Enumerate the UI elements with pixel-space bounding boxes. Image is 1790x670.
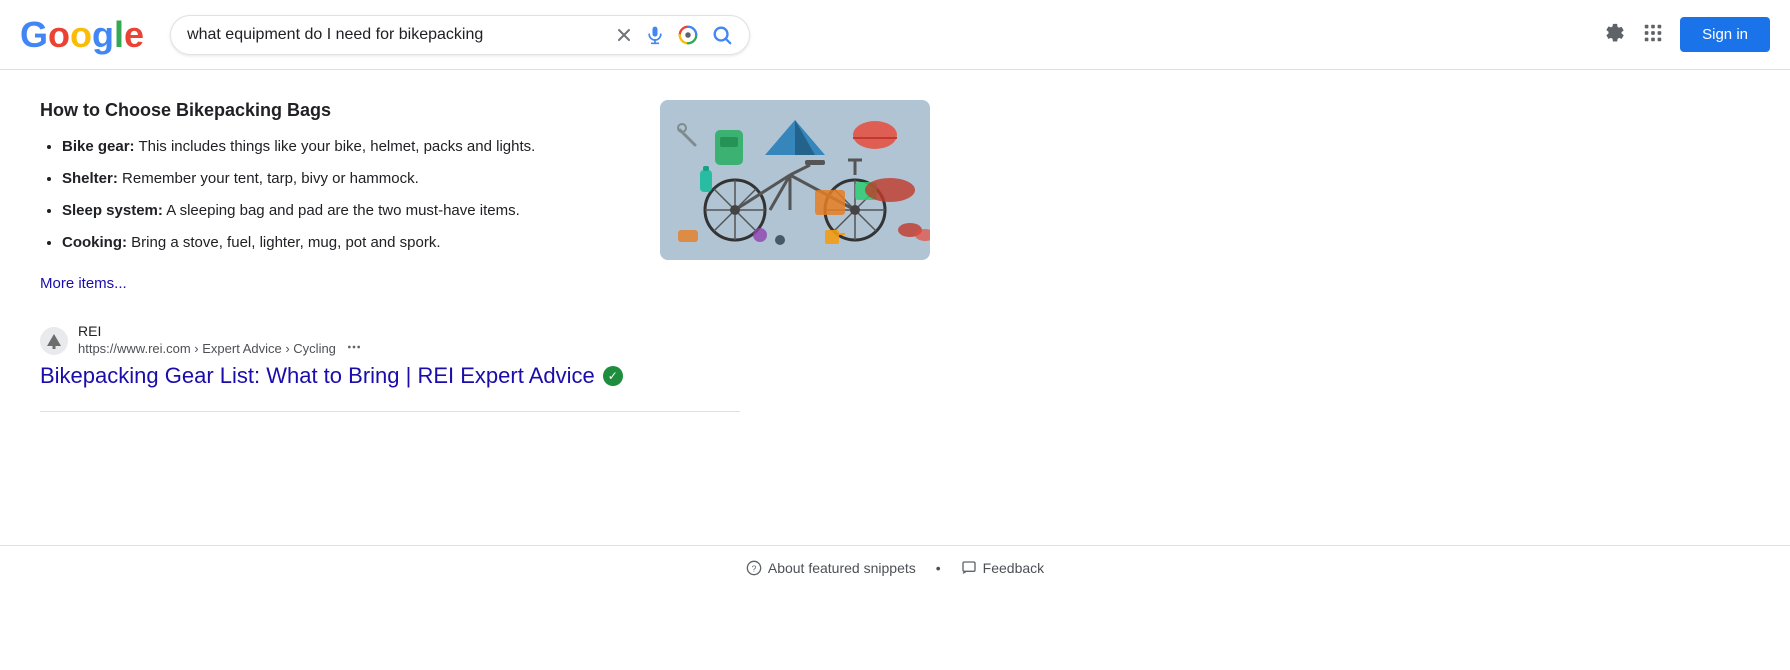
dot-separator: • [936,560,941,576]
list-item-text-2: Remember your tent, tarp, bivy or hammoc… [122,170,419,187]
search-submit-button[interactable] [711,24,733,46]
logo-letter-g2: g [92,14,114,56]
search-bar-icons [615,24,733,46]
search-result: REI https://www.rei.com › Expert Advice … [40,323,720,391]
apps-button[interactable] [1642,22,1664,47]
google-lens-button[interactable] [677,24,699,46]
logo-letter-e: e [124,14,144,56]
bottom-bar: ? About featured snippets • Feedback [0,545,1790,590]
result-more-options-button[interactable] [346,339,362,358]
feedback-link[interactable]: Feedback [961,560,1044,576]
result-site-name: REI [78,323,362,339]
list-item-label-1: Bike gear: [62,138,135,155]
logo-letter-g: G [20,14,48,56]
snippet-list: Bike gear: This includes things like you… [40,135,620,255]
search-bar [170,15,750,55]
main-content: How to Choose Bikepacking Bags Bike gear… [0,70,1790,590]
mic-button[interactable] [645,25,665,45]
result-title-link[interactable]: Bikepacking Gear List: What to Bring | R… [40,362,720,391]
list-item: Cooking: Bring a stove, fuel, lighter, m… [62,231,620,255]
list-item-text-3: A sleeping bag and pad are the two must-… [166,202,520,219]
google-logo: G o o g l e [20,14,144,56]
list-item: Sleep system: A sleeping bag and pad are… [62,199,620,223]
header: G o o g l e [0,0,1790,70]
help-icon: ? [746,560,762,576]
verified-badge: ✓ [603,366,623,386]
sign-in-button[interactable]: Sign in [1680,17,1770,52]
list-item: Bike gear: This includes things like you… [62,135,620,159]
list-item: Shelter: Remember your tent, tarp, bivy … [62,167,620,191]
list-item-text-4: Bring a stove, fuel, lighter, mug, pot a… [131,234,440,251]
list-item-label-3: Sleep system: [62,202,163,219]
list-item-label-2: Shelter: [62,170,118,187]
feedback-icon [961,560,977,576]
about-snippets-label: About featured snippets [768,560,916,576]
logo-letter-l: l [114,14,124,56]
result-favicon [40,327,68,355]
featured-snippet: How to Choose Bikepacking Bags Bike gear… [40,100,940,293]
snippet-text-content: How to Choose Bikepacking Bags Bike gear… [40,100,620,293]
snippet-title: How to Choose Bikepacking Bags [40,100,620,121]
logo-letter-o2: o [70,14,92,56]
clear-button[interactable] [615,26,633,44]
divider [40,411,740,412]
settings-button[interactable] [1604,22,1626,47]
result-site-info: REI https://www.rei.com › Expert Advice … [78,323,362,358]
about-snippets-link[interactable]: ? About featured snippets [746,560,916,576]
result-url: https://www.rei.com › Expert Advice › Cy… [78,339,362,358]
search-input[interactable] [187,26,605,44]
result-title-text: Bikepacking Gear List: What to Bring | R… [40,362,595,391]
svg-text:?: ? [752,563,757,573]
result-url-text: https://www.rei.com › Expert Advice › Cy… [78,341,336,356]
more-items-link[interactable]: More items... [40,275,127,292]
list-item-label-4: Cooking: [62,234,127,251]
result-source: REI https://www.rei.com › Expert Advice … [40,323,720,358]
logo-letter-o1: o [48,14,70,56]
header-right: Sign in [1604,17,1770,52]
list-item-text-1: This includes things like your bike, hel… [138,138,535,155]
feedback-label: Feedback [983,560,1044,576]
snippet-image [660,100,930,260]
